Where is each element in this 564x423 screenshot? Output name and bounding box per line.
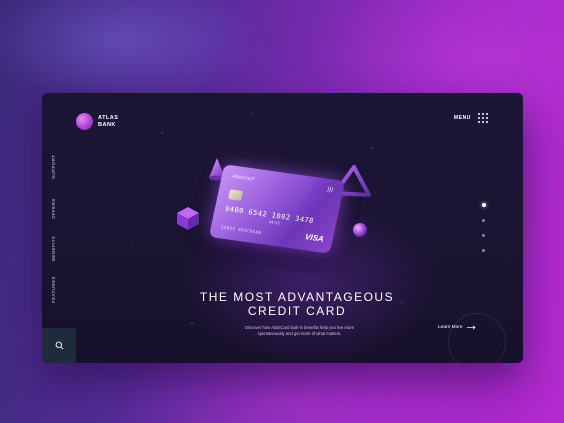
chip-icon	[228, 189, 244, 201]
pager-dot-4[interactable]	[482, 249, 485, 252]
landing-page-panel: ATLAS BANK MENU SUPPORT OFFERS BENEFITS …	[42, 93, 523, 363]
brand-name: ATLAS BANK	[98, 115, 124, 128]
sidebar-item-features[interactable]: FEATURES	[51, 276, 56, 303]
brand-name-line2: BANK	[98, 121, 116, 128]
menu-label: MENU	[453, 115, 471, 121]
visa-logo: VISA	[304, 232, 325, 244]
sidebar-nav: SUPPORT OFFERS BENEFITS FEATURES	[42, 93, 76, 363]
grid-icon	[478, 113, 488, 123]
brand-logo[interactable]: ATLAS BANK	[76, 113, 124, 130]
sphere-shape-decoration	[353, 223, 367, 237]
hero-title-line1: THE MOST ADVANTAGEOUS	[199, 290, 395, 304]
learn-more-label: Learn More	[438, 325, 463, 330]
pager-dot-2[interactable]	[482, 219, 485, 222]
learn-more-link[interactable]: Learn More	[438, 325, 476, 330]
slide-pager	[480, 203, 488, 253]
menu-button[interactable]: MENU	[454, 113, 488, 123]
sidebar-item-offers[interactable]: OFFERS	[51, 198, 56, 219]
hero-subtitle-line2: spontaneously and get more of what matte…	[257, 331, 342, 336]
search-icon	[55, 341, 63, 350]
sidebar-item-benefits[interactable]: BENEFITS	[51, 236, 56, 261]
hero-subtitle: Discover how AtlasCard built-in benefits…	[207, 325, 392, 337]
pager-dot-3[interactable]	[482, 234, 485, 237]
sidebar-item-support[interactable]: SUPPORT	[51, 155, 56, 179]
search-button[interactable]	[42, 328, 76, 363]
hero-title-line2: CREDIT CARD	[247, 304, 347, 318]
arrow-right-icon	[466, 325, 476, 330]
logo-mark-icon	[76, 113, 93, 130]
cube-shape-decoration	[177, 207, 199, 230]
contactless-icon: )))	[326, 186, 334, 194]
decorative-ring	[448, 313, 506, 363]
pager-dot-1[interactable]	[481, 203, 486, 207]
hero-title: THE MOST ADVANTAGEOUS CREDIT CARD	[152, 290, 442, 318]
